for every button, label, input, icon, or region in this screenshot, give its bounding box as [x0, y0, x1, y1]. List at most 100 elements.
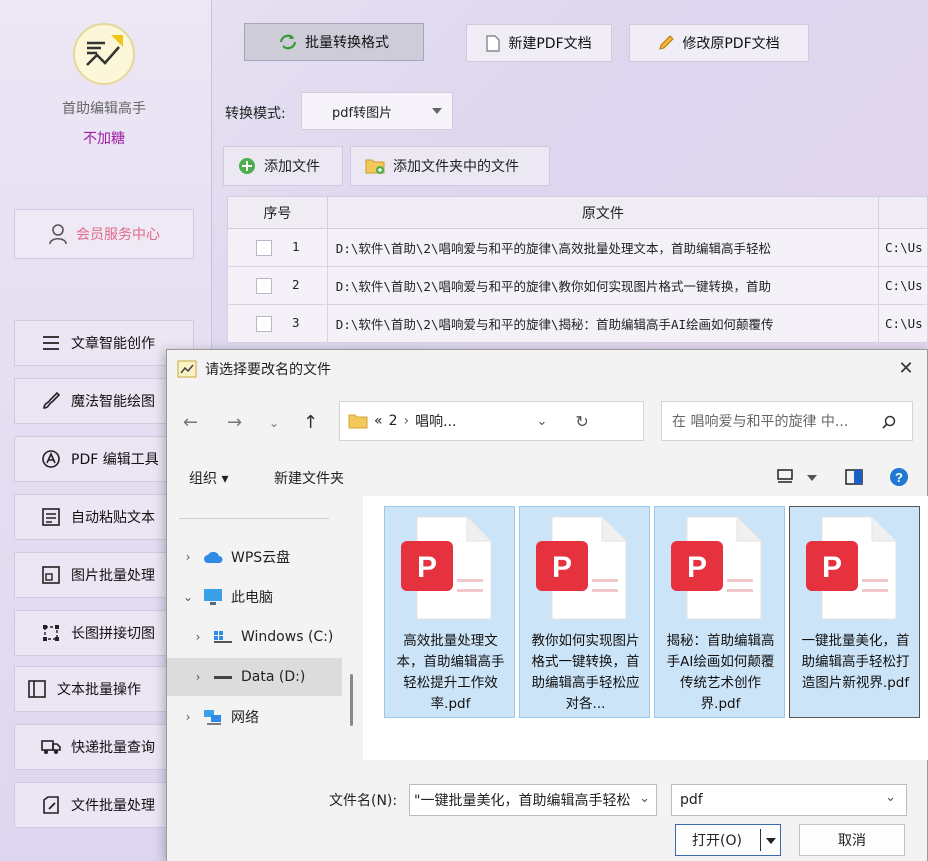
breadcrumb-separator-icon: ›	[403, 413, 410, 429]
tree-item-label: Windows (C:)	[241, 629, 334, 645]
text-icon	[27, 679, 47, 699]
history-chevron-icon[interactable]: ⌄	[269, 416, 279, 430]
preview-pane-icon[interactable]	[845, 469, 863, 485]
chevron-right-icon[interactable]: ›	[181, 710, 195, 724]
svg-text:P: P	[822, 551, 842, 584]
filename-label: 文件名(N):	[329, 793, 398, 809]
search-input[interactable]: 在 唱响爱与和平的旋律 中...	[661, 401, 913, 441]
pdf-icon	[41, 449, 61, 469]
add-file-button[interactable]: 添加文件	[223, 146, 343, 186]
address-overflow[interactable]: «	[374, 413, 383, 429]
add-folder-button[interactable]: 添加文件夹中的文件	[350, 146, 550, 186]
batch-convert-button[interactable]: 批量转换格式	[244, 23, 424, 61]
user-icon	[49, 224, 67, 245]
brush-icon	[41, 391, 61, 411]
file-name: 一键批量美化，首助编辑高手轻松打造图片新视界.pdf	[801, 633, 910, 691]
file-tile[interactable]: P 一键批量美化，首助编辑高手轻松打造图片新视界.pdf	[789, 506, 920, 718]
edit-pdf-label: 修改原PDF文档	[682, 36, 780, 52]
vip-service-button[interactable]: 会员服务中心	[14, 209, 194, 259]
filename-value: "一键批量美化，首助编辑高手轻松	[414, 793, 631, 809]
row-checkbox[interactable]	[256, 315, 272, 332]
menu-lines-icon	[41, 333, 61, 353]
tree-item-drive-c[interactable]: › Windows (C:)	[167, 618, 342, 656]
row-checkbox[interactable]	[256, 277, 272, 294]
new-pdf-button[interactable]: 新建PDF文档	[466, 24, 612, 62]
refresh-icon	[279, 34, 297, 50]
plus-circle-icon	[239, 158, 255, 174]
new-folder-button[interactable]: 新建文件夹	[274, 468, 344, 488]
filetype-value: pdf	[680, 792, 703, 808]
folder-icon	[348, 414, 368, 429]
svg-text:P: P	[417, 551, 437, 584]
organize-menu[interactable]: 组织 ▾	[189, 468, 228, 488]
tree-item-wps-cloud[interactable]: › WPS云盘	[167, 538, 342, 576]
address-segment[interactable]: 2	[389, 413, 398, 429]
tree-item-label: Data (D:)	[241, 669, 306, 685]
user-name: 不加糖	[83, 131, 125, 147]
dialog-toolbar: 组织 ▾ 新建文件夹 ?	[167, 458, 927, 496]
edit-pdf-button[interactable]: 修改原PDF文档	[629, 24, 809, 62]
column-header-output[interactable]	[878, 196, 928, 229]
add-folder-label: 添加文件夹中的文件	[393, 159, 519, 175]
back-arrow-icon[interactable]: ←	[183, 412, 198, 433]
file-tile[interactable]: P 揭秘：首助编辑高手AI绘画如何颠覆传统艺术创作界.pdf	[654, 506, 785, 718]
convert-mode-select[interactable]: pdf转图片	[301, 92, 453, 130]
truck-icon	[41, 737, 61, 757]
table-row[interactable]: 3 D:\软件\首助\2\唱响爱与和平的旋律\揭秘：首助编辑高手AI绘画如何颠覆…	[227, 304, 928, 343]
filename-input[interactable]: "一键批量美化，首助编辑高手轻松 ⌄	[409, 784, 657, 816]
tree-item-network[interactable]: › 网络	[167, 698, 342, 736]
tree-item-drive-d[interactable]: › Data (D:)	[167, 658, 342, 696]
tree-item-label: 此电脑	[231, 590, 273, 606]
tree-item-this-pc[interactable]: ⌄ 此电脑	[167, 578, 342, 616]
forward-arrow-icon[interactable]: →	[227, 412, 242, 433]
file-tile[interactable]: P 高效批量处理文本，首助编辑高手轻松提升工作效率.pdf	[384, 506, 515, 718]
chevron-right-icon[interactable]: ›	[181, 550, 195, 564]
close-icon[interactable]: ✕	[895, 358, 917, 380]
new-file-icon	[486, 34, 501, 52]
filetype-select[interactable]: pdf ⌄	[671, 784, 907, 816]
chevron-right-icon[interactable]: ›	[191, 670, 205, 684]
table-header-row: 序号 原文件	[227, 196, 928, 229]
open-button[interactable]: 打开(O)	[675, 824, 781, 856]
search-icon	[882, 415, 896, 429]
row-index: 2	[292, 277, 300, 293]
network-icon	[204, 710, 221, 725]
app-name: 首助编辑高手	[62, 101, 146, 117]
address-segment[interactable]: 唱响...	[415, 411, 456, 431]
file-list-pane: P 高效批量处理文本，首助编辑高手轻松提升工作效率.pdf P 教你如何实现图片…	[363, 496, 928, 760]
sidebar-item-label: 快递批量查询	[71, 740, 155, 756]
new-pdf-label: 新建PDF文档	[508, 36, 592, 52]
row-source-path: D:\软件\首助\2\唱响爱与和平的旋律\高效批量处理文本，首助编辑高手轻松	[326, 228, 880, 267]
address-bar[interactable]: « 2 › 唱响... ⌄ ↻	[339, 401, 644, 441]
column-header-index[interactable]: 序号	[227, 196, 328, 229]
chevron-down-icon[interactable]: ⌄	[181, 590, 195, 604]
view-options-chevron-icon[interactable]	[807, 475, 817, 481]
batch-convert-label: 批量转换格式	[305, 35, 389, 51]
table-row[interactable]: 1 D:\软件\首助\2\唱响爱与和平的旋律\高效批量处理文本，首助编辑高手轻松…	[227, 228, 928, 267]
row-source-path: D:\软件\首助\2\唱响爱与和平的旋律\教你如何实现图片格式一键转换，首助	[326, 266, 880, 305]
app-logo	[73, 23, 135, 85]
open-button-label: 打开(O)	[692, 833, 742, 849]
chevron-down-icon	[432, 108, 442, 114]
document-icon	[41, 507, 61, 527]
chevron-right-icon[interactable]: ›	[191, 630, 205, 644]
refresh-icon[interactable]: ↻	[575, 412, 588, 431]
tree-scrollbar[interactable]	[350, 674, 353, 726]
help-icon[interactable]: ?	[889, 467, 909, 487]
up-arrow-icon[interactable]: ↑	[303, 412, 318, 433]
filename-dropdown-icon[interactable]: ⌄	[639, 791, 650, 806]
column-header-source[interactable]: 原文件	[326, 196, 880, 229]
tree-divider	[179, 518, 329, 519]
open-options-chevron-icon[interactable]	[766, 838, 776, 844]
row-checkbox[interactable]	[256, 239, 272, 256]
cancel-button[interactable]: 取消	[799, 824, 905, 856]
view-mode-icon[interactable]	[777, 469, 793, 483]
pdf-file-icon: P	[671, 516, 762, 620]
sidebar-item-label: PDF 编辑工具	[71, 452, 159, 468]
cloud-icon	[204, 551, 223, 563]
address-dropdown-icon[interactable]: ⌄	[536, 414, 547, 429]
svg-text:P: P	[687, 551, 707, 584]
table-row[interactable]: 2 D:\软件\首助\2\唱响爱与和平的旋律\教你如何实现图片格式一键转换，首助…	[227, 266, 928, 305]
file-tile[interactable]: P 教你如何实现图片格式一键转换，首助编辑高手轻松应对各...	[519, 506, 650, 718]
computer-icon	[204, 589, 222, 605]
